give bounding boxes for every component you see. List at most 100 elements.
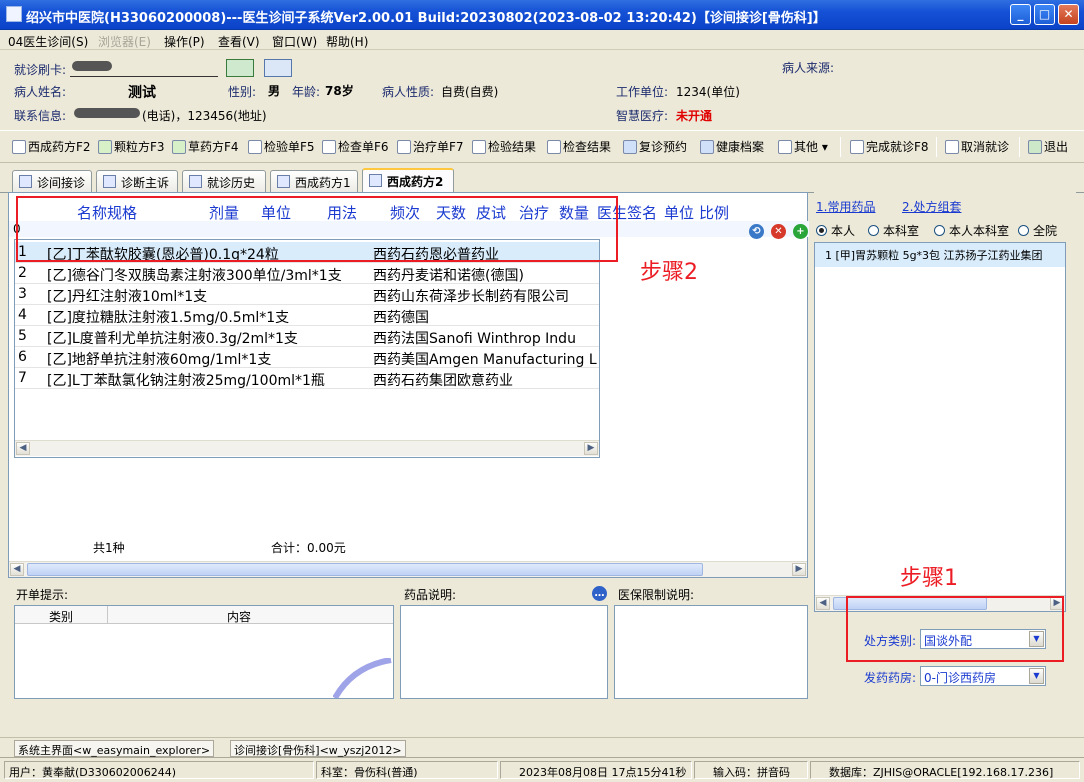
list-item[interactable]: 4 [乙]度拉糖肽注射液1.5mg/0.5ml*1支 西药德国 [15, 305, 599, 326]
nature-label: 病人性质: [382, 85, 435, 99]
drug-desc-title: 药品说明: [404, 588, 457, 602]
rx-icon [369, 174, 382, 187]
scroll-left-arrow[interactable]: ◀ [816, 597, 830, 610]
add-icon[interactable]: + [793, 224, 808, 239]
tab-history[interactable]: 就诊历史 [182, 170, 266, 192]
diagnosis-icon [103, 175, 116, 188]
menu-browser[interactable]: 浏览器(E) [98, 33, 151, 50]
other-menu-button[interactable]: 其他 ▾ [778, 138, 828, 156]
refresh-icon[interactable]: ⟲ [749, 224, 764, 239]
col-type: 类别 [49, 610, 74, 624]
exam-result-button[interactable]: 检查结果 [547, 138, 611, 156]
exam-order-f6-button[interactable]: 检查单F6 [322, 138, 389, 156]
total-amount: 合计：0.00元 [271, 541, 346, 555]
minimize-button[interactable]: _ [1010, 4, 1031, 25]
toolbar-separator [936, 137, 937, 157]
scroll-right-arrow[interactable]: ▶ [584, 442, 598, 455]
granule-rx-f3-button[interactable]: 颗粒方F3 [98, 138, 165, 156]
status-input: 输入码：拼音码 [694, 761, 808, 779]
health-record-icon [700, 140, 714, 154]
contact-label: 联系信息: [14, 109, 67, 123]
treatment-order-f7-button[interactable]: 治疗单F7 [397, 138, 464, 156]
status-db: 数据库：ZJHIS@ORACLE[192.168.17.236] [810, 761, 1080, 779]
pharmacy-select[interactable]: 0-门诊西药房 ▼ [920, 666, 1046, 686]
prescription-icon [12, 140, 26, 154]
tab-western-rx-2[interactable]: 西成药方2 [362, 168, 454, 193]
col-ratio[interactable]: 比例 [699, 202, 729, 223]
health-record-button[interactable]: 健康档案 [700, 138, 764, 156]
tab-consult[interactable]: 诊间接诊 [12, 170, 92, 192]
finish-visit-f8-button[interactable]: 完成就诊F8 [850, 138, 929, 156]
leaf-icon [98, 140, 112, 154]
more-icon[interactable]: … [592, 586, 607, 601]
add-card-icon[interactable] [226, 59, 254, 77]
insurance-panel [614, 605, 808, 699]
pharmacy-label: 发药药房: [864, 671, 917, 685]
task-main-explorer[interactable]: 系统主界面<w_easymain_explorer> [14, 740, 215, 757]
hint-header: 类别 内容 [15, 606, 393, 624]
list-item[interactable]: 3 [乙]丹红注射液10ml*1支 西药山东荷泽步长制药有限公司 [15, 284, 599, 305]
lab-order-f5-button[interactable]: 检验单F5 [248, 138, 315, 156]
menu-window[interactable]: 窗口(W) [272, 33, 317, 50]
rx-set-link[interactable]: 2.处方组套 [902, 198, 961, 215]
col-unit-2[interactable]: 单位 [664, 202, 694, 223]
menu-doctor[interactable]: 04医生诊间(S) [8, 33, 88, 50]
task-consult[interactable]: 诊间接诊[骨伤科]<w_yszj2012> [230, 740, 406, 757]
radio-dept[interactable]: 本科室 [868, 222, 919, 239]
list-h-scrollbar[interactable]: ◀ ▶ [15, 440, 599, 456]
tab-western-rx-1[interactable]: 西成药方1 [270, 170, 358, 192]
treatment-doc-icon [397, 140, 411, 154]
history-icon [189, 175, 202, 188]
read-card-icon[interactable] [264, 59, 292, 77]
close-button[interactable]: ✕ [1058, 4, 1079, 25]
card-input-underline[interactable] [70, 76, 218, 77]
radio-self-dept[interactable]: 本人本科室 [934, 222, 1009, 239]
name-label: 病人姓名: [14, 85, 67, 99]
common-drugs-link[interactable]: 1.常用药品 [816, 198, 875, 215]
smart-status: 未开通 [676, 109, 713, 123]
list-item[interactable]: 6 [乙]地舒单抗注射液60mg/1ml*1支 西药美国Amgen Manufact… [15, 347, 599, 368]
rx-icon [277, 175, 290, 188]
herbal-rx-f4-button[interactable]: 草药方F4 [172, 138, 239, 156]
status-user: 用户：黄奉献(D330602006244) [4, 761, 314, 779]
exit-button[interactable]: 退出 [1028, 138, 1068, 156]
scroll-right-arrow[interactable]: ▶ [792, 563, 806, 576]
menu-operate[interactable]: 操作(P) [164, 33, 205, 50]
drug-suggestion-list[interactable]: 1 [乙]丁苯酞软胶囊(恩必普)0.1g*24粒 西药石药恩必普药业 2 [乙]德谷门… [14, 239, 600, 458]
card-label: 就诊刷卡: [14, 63, 67, 77]
list-item[interactable]: 2 [乙]德谷门冬双胰岛素注射液300单位/3ml*1支 西药丹麦诺和诺德(德国) [15, 263, 599, 284]
insurance-title: 医保限制说明: [618, 588, 695, 602]
patient-gender: 男 [268, 84, 281, 98]
list-item[interactable]: 5 [乙]L度普利尤单抗注射液0.3g/2ml*1支 西药法国Sanofi Wint… [15, 326, 599, 347]
step1-highlight-box [846, 596, 1064, 662]
tab-diagnosis[interactable]: 诊断主诉 [96, 170, 178, 192]
step1-label: 步骤1 [900, 566, 958, 591]
status-bar: 用户：黄奉献(D330602006244) 科室：骨伤科(普通) 2023年08… [0, 757, 1084, 782]
scroll-left-arrow[interactable]: ◀ [10, 563, 24, 576]
grid-h-scrollbar[interactable]: ◀ ▶ [9, 561, 807, 577]
step2-highlight-box [16, 196, 618, 262]
list-item[interactable]: 7 [乙]L丁苯酞氯化钠注射液25mg/100ml*1瓶 西药石药集团欧意药业 [15, 368, 599, 389]
menu-view[interactable]: 查看(V) [218, 33, 260, 50]
chevron-down-icon[interactable]: ▼ [1029, 668, 1044, 684]
western-rx-f2-button[interactable]: 西成药方F2 [12, 138, 91, 156]
cancel-visit-button[interactable]: 取消就诊 [945, 138, 1009, 156]
status-time: 2023年08月08日 17点15分41秒 [500, 761, 692, 779]
lab-result-button[interactable]: 检验结果 [472, 138, 536, 156]
scroll-thumb[interactable] [27, 563, 703, 576]
revisit-booking-button[interactable]: 复诊预约 [623, 138, 687, 156]
maximize-button[interactable]: □ [1034, 4, 1055, 25]
menu-help[interactable]: 帮助(H) [326, 33, 368, 50]
toolbar-separator [840, 137, 841, 157]
smart-label: 智慧医疗: [616, 109, 669, 123]
window-taskbar: 系统主界面<w_easymain_explorer> 诊间接诊[骨伤科]<w_y… [0, 737, 1084, 757]
cancel-doc-icon [945, 140, 959, 154]
toolbar-separator [1019, 137, 1020, 157]
list-item[interactable]: 1 [甲]胃苏颗粒 5g*3包 江苏扬子江药业集团 [815, 243, 1065, 267]
delete-icon[interactable]: ✕ [771, 224, 786, 239]
step2-label: 步骤2 [640, 260, 698, 285]
radio-self[interactable]: 本人 [816, 222, 855, 239]
radio-hospital[interactable]: 全院 [1018, 222, 1057, 239]
scroll-left-arrow[interactable]: ◀ [16, 442, 30, 455]
calendar-icon [623, 140, 637, 154]
